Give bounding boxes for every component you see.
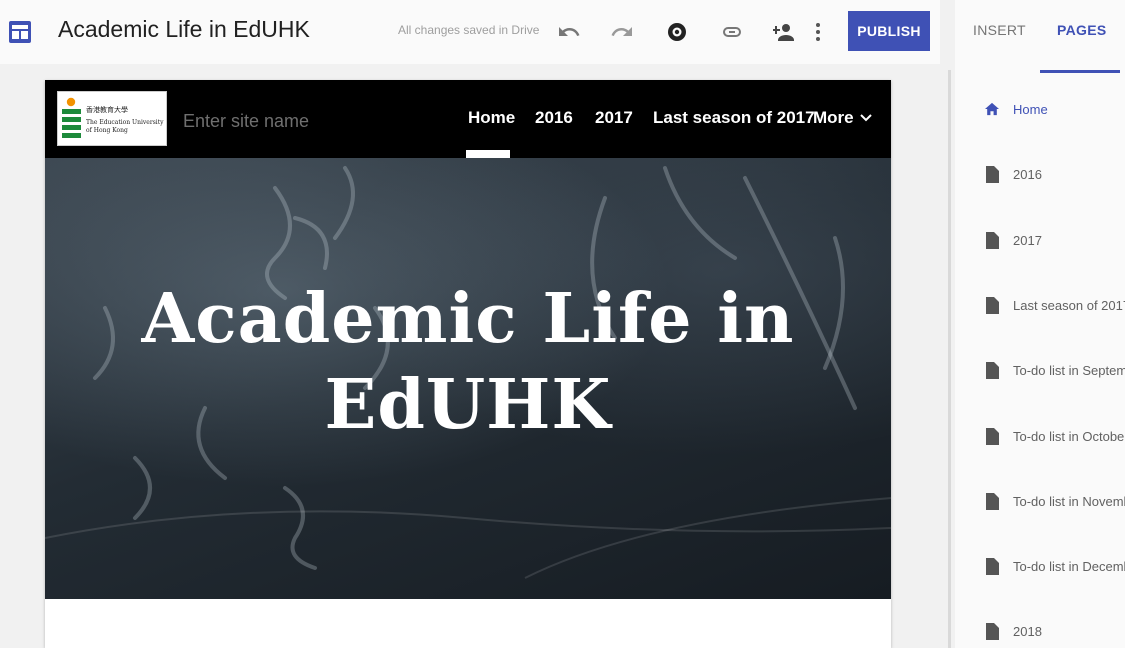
page-item-label: To-do list in October [1013,428,1125,444]
page-item-label: Home [1013,101,1048,117]
nav-more-label: More [813,108,854,127]
panel-tabs: INSERT PAGES [955,0,1125,74]
page-item-label: To-do list in Septemb [1013,362,1125,378]
home-icon [985,100,999,118]
page-item-2018[interactable]: 2018 [985,622,1042,640]
page-icon [985,622,999,640]
more-vert-icon[interactable] [804,18,832,46]
nav-2017[interactable]: 2017 [595,108,633,128]
sites-logo-icon[interactable] [8,20,32,44]
page-item-label: 2017 [1013,232,1042,248]
nav-more[interactable]: More [813,108,872,128]
page-item-home[interactable]: Home [985,100,1048,118]
preview-icon[interactable] [663,18,691,46]
page-item-todo-september[interactable]: To-do list in Septemb [985,361,1125,379]
tab-insert[interactable]: INSERT [973,22,1026,38]
page-item-label: Last season of 2017 [1013,297,1125,313]
page-item-todo-october[interactable]: To-do list in October [985,427,1125,445]
page-icon [985,557,999,575]
page-item-todo-november[interactable]: To-do list in Novembe [985,492,1125,510]
hero-title-line1: Academic Life in [141,279,795,359]
link-icon[interactable] [718,18,746,46]
undo-icon[interactable] [555,18,583,46]
page-icon [985,231,999,249]
logo-line1-text: The Education University [86,119,164,126]
page-icon [985,361,999,379]
add-person-icon[interactable] [768,18,796,46]
page-icon [985,165,999,183]
nav-last-season-2017[interactable]: Last season of 2017 [653,108,815,128]
page-icon [985,296,999,314]
page-item-last-season-2017[interactable]: Last season of 2017 [985,296,1125,314]
hero-title[interactable]: Academic Life in EdUHK [45,276,891,448]
right-panel: INSERT PAGES Home 2016 2017 Last season … [955,0,1125,648]
site-name-input[interactable] [183,111,383,132]
page-item-label: 2018 [1013,623,1042,639]
save-status: All changes saved in Drive [398,23,540,37]
document-title[interactable]: Academic Life in EdUHK [58,16,310,43]
logo-line2-text: of Hong Kong [86,127,128,134]
page-item-todo-december[interactable]: To-do list in Decembe [985,557,1125,575]
nav-2016[interactable]: 2016 [535,108,573,128]
hero-banner[interactable]: Academic Life in EdUHK [45,158,891,599]
site-canvas: 香港教育大學 The Education University of Hong … [45,80,891,648]
logo-chinese-text: 香港教育大學 [86,105,128,114]
publish-button[interactable]: PUBLISH [848,11,930,51]
redo-icon[interactable] [608,18,636,46]
nav-active-indicator [466,150,510,158]
page-icon [985,427,999,445]
page-item-label: To-do list in Novembe [1013,493,1125,509]
page-item-label: 2016 [1013,166,1042,182]
panel-divider [948,70,951,648]
tab-active-indicator [1040,70,1120,73]
page-item-2017[interactable]: 2017 [985,231,1042,249]
university-logo[interactable]: 香港教育大學 The Education University of Hong … [57,91,167,146]
site-header: 香港教育大學 The Education University of Hong … [45,80,891,158]
page-icon [985,492,999,510]
page-item-2016[interactable]: 2016 [985,165,1042,183]
tab-pages[interactable]: PAGES [1057,22,1106,38]
chevron-down-icon [859,113,872,123]
app-bar: Academic Life in EdUHK All changes saved… [0,0,940,64]
nav-home[interactable]: Home [468,108,515,128]
page-item-label: To-do list in Decembe [1013,558,1125,574]
hero-title-line2: EdUHK [324,365,612,445]
